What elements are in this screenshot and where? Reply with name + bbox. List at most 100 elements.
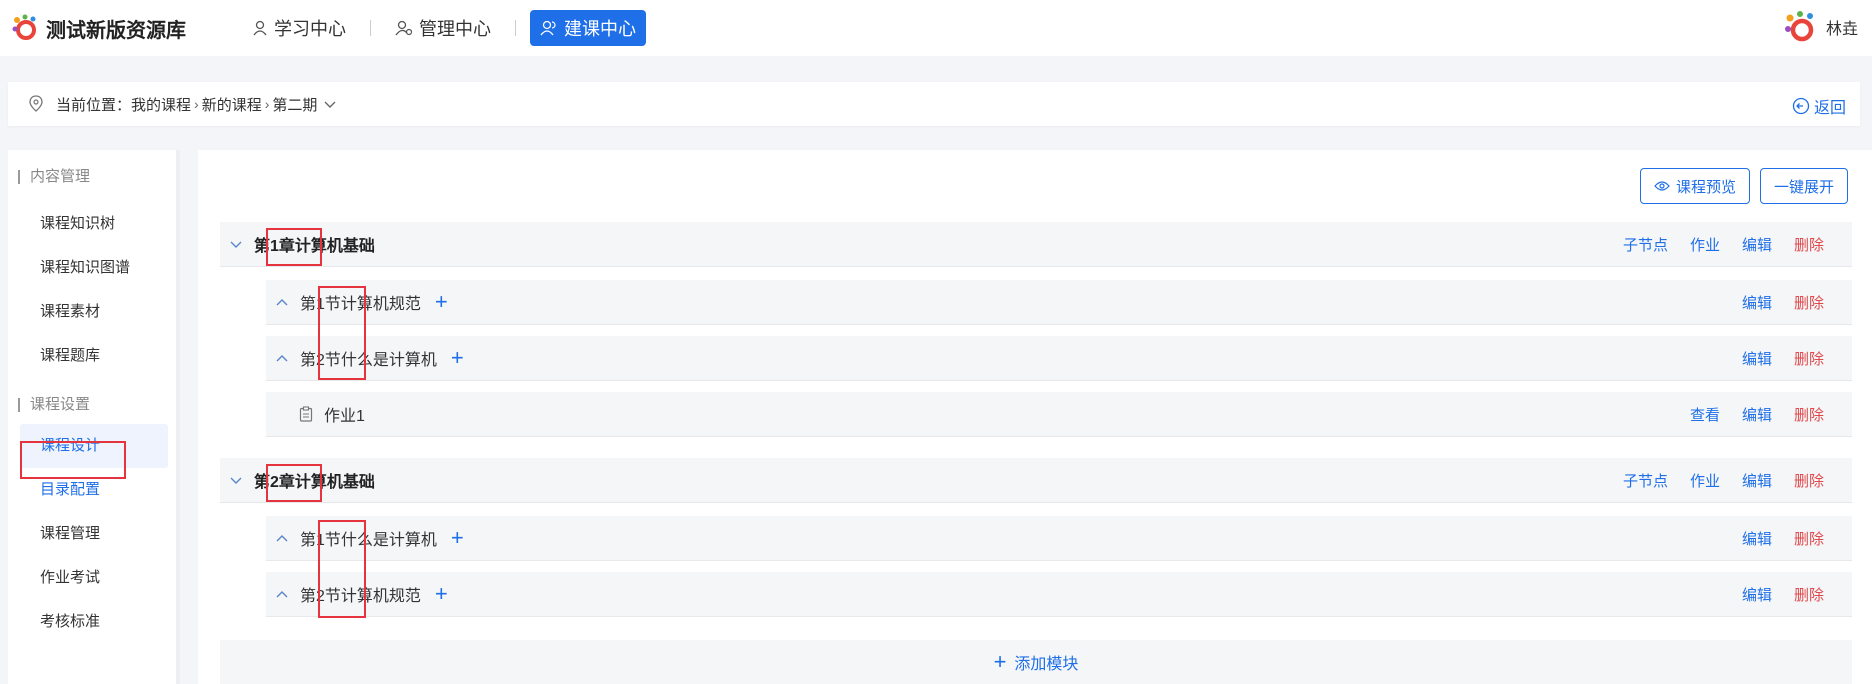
sidebar-item-course-management[interactable]: 课程管理: [8, 512, 176, 556]
add-homework-button[interactable]: 作业: [1690, 234, 1720, 255]
delete-button[interactable]: 删除: [1794, 528, 1824, 549]
add-module-label: 添加模块: [1014, 656, 1079, 673]
chevron-right-icon: ›: [264, 96, 270, 112]
chapter-title: 计算机基础: [294, 238, 375, 255]
delete-button[interactable]: 删除: [1794, 292, 1824, 313]
chapter-row[interactable]: 第1章 计算机基础 子节点 作业 编辑 删除: [220, 222, 1852, 267]
chapter-title: 计算机基础: [294, 474, 375, 491]
section-row[interactable]: 第2节 计算机规范 + 编辑 删除: [266, 572, 1852, 617]
edit-button[interactable]: 编辑: [1742, 404, 1772, 425]
plus-icon[interactable]: +: [451, 527, 464, 549]
course-design-panel: 课程预览 一键展开 第1章 计算机基础 子节点 作业 编辑 删除 第1节 计算机…: [198, 150, 1872, 684]
chapter-actions: 子节点 作业 编辑 删除: [1601, 222, 1824, 266]
section-title: 什么是计算机: [340, 532, 437, 549]
edit-button[interactable]: 编辑: [1742, 528, 1772, 549]
sidebar-item-knowledge-tree[interactable]: 课程知识树: [8, 202, 176, 246]
sidebar: 内容管理 课程知识树 课程知识图谱 课程素材 课程题库 课程设置 课程设计 目录…: [8, 150, 176, 684]
user-menu[interactable]: 林垚: [1784, 10, 1858, 44]
delete-button[interactable]: 删除: [1794, 234, 1824, 255]
sidebar-divider: [176, 150, 180, 684]
sidebar-item-materials[interactable]: 课程素材: [8, 290, 176, 334]
user-gear-icon: [395, 20, 413, 36]
chapter-row[interactable]: 第2章 计算机基础 子节点 作业 编辑 删除: [220, 458, 1852, 503]
section-actions: 编辑 删除: [1720, 280, 1824, 324]
view-button[interactable]: 查看: [1690, 404, 1720, 425]
back-button[interactable]: 返回: [1792, 94, 1846, 118]
sidebar-item-catalog-config[interactable]: 目录配置: [8, 468, 176, 512]
sidebar-group-label: 内容管理: [30, 168, 91, 185]
sidebar-item-question-bank[interactable]: 课程题库: [8, 334, 176, 378]
section-actions: 编辑 删除: [1720, 336, 1824, 380]
section-title: 什么是计算机: [340, 352, 437, 369]
breadcrumb-item[interactable]: 我的课程: [131, 94, 191, 115]
edit-button[interactable]: 编辑: [1742, 292, 1772, 313]
section-actions: 编辑 删除: [1720, 572, 1824, 616]
plus-icon[interactable]: +: [435, 583, 448, 605]
nav-management-center[interactable]: 管理中心: [385, 10, 501, 46]
section-actions: 编辑 删除: [1720, 516, 1824, 560]
edit-button[interactable]: 编辑: [1742, 584, 1772, 605]
nav-divider: [370, 20, 371, 36]
delete-button[interactable]: 删除: [1794, 584, 1824, 605]
homework-actions: 查看 编辑 删除: [1668, 392, 1824, 436]
section-number: 第2节: [300, 352, 341, 369]
section-number: 第1节: [300, 296, 341, 313]
chevron-down-icon[interactable]: [228, 236, 244, 252]
edit-button[interactable]: 编辑: [1742, 470, 1772, 491]
sidebar-item-homework-exam[interactable]: 作业考试: [8, 556, 176, 600]
chevron-up-icon[interactable]: [274, 586, 290, 602]
add-child-node-button[interactable]: 子节点: [1623, 470, 1668, 491]
chapter-actions: 子节点 作业 编辑 删除: [1601, 458, 1824, 502]
app-logo[interactable]: 测试新版资源库: [12, 14, 186, 43]
nav-divider: [515, 20, 516, 36]
clipboard-icon: [298, 406, 314, 422]
chevron-up-icon[interactable]: [274, 350, 290, 366]
breadcrumb-item[interactable]: 第二期: [272, 94, 317, 115]
course-preview-label: 课程预览: [1675, 178, 1736, 196]
nav-label: 管理中心: [419, 19, 491, 39]
logo-icon: [12, 14, 36, 40]
chevron-up-icon[interactable]: [274, 294, 290, 310]
avatar: [1784, 11, 1814, 42]
chevron-right-icon: ›: [194, 96, 199, 112]
nav-learning-center[interactable]: 学习中心: [242, 10, 356, 46]
sidebar-group-label: 课程设置: [30, 396, 91, 413]
homework-row[interactable]: 作业1 查看 编辑 删除: [266, 392, 1852, 437]
sidebar-item-knowledge-graph[interactable]: 课程知识图谱: [8, 246, 176, 290]
expand-all-button[interactable]: 一键展开: [1760, 168, 1848, 204]
sidebar-item-course-design[interactable]: 课程设计: [20, 424, 168, 468]
edit-button[interactable]: 编辑: [1742, 234, 1772, 255]
breadcrumb-item[interactable]: 新的课程: [202, 94, 262, 115]
expand-all-label: 一键展开: [1773, 178, 1834, 196]
sidebar-item-assessment[interactable]: 考核标准: [8, 600, 176, 644]
add-homework-button[interactable]: 作业: [1690, 470, 1720, 491]
section-number: 第1节: [300, 532, 341, 549]
section-row[interactable]: 第2节 什么是计算机 + 编辑 删除: [266, 336, 1852, 381]
plus-icon[interactable]: +: [451, 347, 464, 369]
add-child-node-button[interactable]: 子节点: [1623, 234, 1668, 255]
add-module-button[interactable]: + 添加模块: [220, 640, 1852, 684]
delete-button[interactable]: 删除: [1794, 348, 1824, 369]
user-badge-icon: [253, 20, 267, 36]
chevron-down-icon[interactable]: [228, 472, 244, 488]
app-title: 测试新版资源库: [46, 19, 186, 42]
user-name: 林垚: [1825, 21, 1858, 38]
section-row[interactable]: 第1节 计算机规范 + 编辑 删除: [266, 280, 1852, 325]
main-nav: 学习中心 管理中心 建课中心: [242, 10, 646, 46]
top-bar: 测试新版资源库 学习中心 管理中心 建课中心 林垚: [0, 0, 1872, 56]
chevron-down-icon[interactable]: [323, 97, 337, 111]
course-preview-button[interactable]: 课程预览: [1640, 168, 1750, 204]
plus-icon[interactable]: +: [435, 291, 448, 313]
chapter-number: 第1章: [254, 238, 295, 255]
delete-button[interactable]: 删除: [1794, 470, 1824, 491]
section-row[interactable]: 第1节 什么是计算机 + 编辑 删除: [266, 516, 1852, 561]
edit-button[interactable]: 编辑: [1742, 348, 1772, 369]
delete-button[interactable]: 删除: [1794, 404, 1824, 425]
breadcrumb-prefix: 当前位置：: [56, 96, 132, 114]
nav-course-building-center[interactable]: 建课中心: [530, 10, 646, 46]
back-label: 返回: [1813, 100, 1846, 117]
chevron-up-icon[interactable]: [274, 530, 290, 546]
plus-icon: +: [993, 649, 1007, 674]
nav-label: 学习中心: [274, 19, 346, 39]
back-arrow-icon: [1792, 97, 1810, 115]
